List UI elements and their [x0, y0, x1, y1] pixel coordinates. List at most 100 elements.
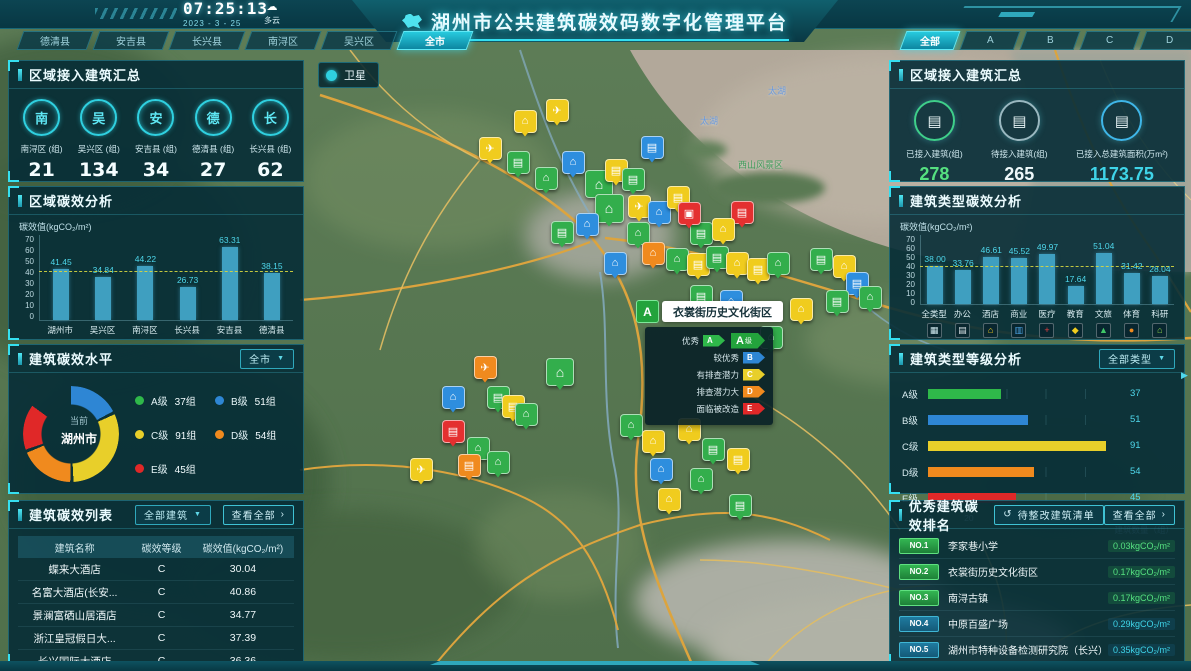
building-marker[interactable]: ⌂: [712, 218, 735, 241]
grade-tab[interactable]: C: [1080, 31, 1141, 50]
ranking-building-name: 湖州市特种设备检测研究院（长兴）: [948, 642, 1108, 657]
tooltip-building-name: 衣裳街历史文化街区: [662, 301, 783, 322]
grade-tab[interactable]: D: [1140, 31, 1191, 50]
building-marker[interactable]: ⌂: [790, 298, 813, 321]
building-filter-dropdown[interactable]: 全部建筑 ▼: [135, 505, 211, 525]
building-marker[interactable]: ⌂: [726, 252, 749, 275]
bar: [1068, 286, 1084, 304]
bar: [955, 270, 971, 304]
panel-building-list: 建筑碳效列表 全部建筑 ▼ 查看全部 › 建筑名称碳效等级碳效值(kgCO₂/m…: [8, 500, 304, 665]
grade-tab[interactable]: A: [960, 31, 1021, 50]
region-tab[interactable]: 德清县: [17, 31, 94, 50]
access-stat: ▤待接入建筑(组)265: [991, 100, 1048, 185]
table-row[interactable]: 蝶来大酒店C30.04: [18, 558, 294, 581]
city-scope-dropdown[interactable]: 全市 ▼: [240, 349, 294, 369]
table-cell: C: [131, 586, 192, 598]
grade-bar-chart: A级37B级51C级91D级54E级45: [890, 373, 1184, 506]
view-all-button[interactable]: 查看全部 ›: [1104, 505, 1175, 525]
refresh-icon: ↺: [1003, 509, 1012, 520]
bar-value-label: 46.61: [981, 245, 1002, 255]
building-marker[interactable]: ▤: [641, 136, 664, 159]
building-marker[interactable]: ▤: [727, 448, 750, 471]
region-stat: 德德清县 (组)27: [185, 99, 241, 181]
building-marker[interactable]: ▣: [678, 202, 701, 225]
building-marker[interactable]: ⌂: [650, 458, 673, 481]
building-marker[interactable]: ▤: [507, 151, 530, 174]
access-stat-value: 278: [919, 164, 949, 185]
panel-carbon-level: 建筑碳效水平 全市 ▼ A级37组B级51组C级91组D级54组E级45组 当前…: [8, 344, 304, 494]
view-all-button[interactable]: 查看全部 ›: [223, 505, 294, 525]
satellite-toggle[interactable]: 卫星: [318, 62, 379, 88]
bar-column: 51.04: [1090, 235, 1118, 304]
building-marker[interactable]: ▤: [622, 168, 645, 191]
map-tooltip[interactable]: A 衣裳街历史文化街区: [636, 300, 783, 323]
building-marker[interactable]: ⌂: [576, 213, 599, 236]
table-row[interactable]: 浙江皇冠假日大...C37.39: [18, 627, 294, 650]
grade-tab[interactable]: B: [1020, 31, 1081, 50]
bar-value-label: 34.84: [93, 265, 114, 275]
ranking-row[interactable]: NO.1李家巷小学0.03kgCO₂/m²: [899, 533, 1175, 559]
building-marker[interactable]: ▤: [458, 454, 481, 477]
building-marker[interactable]: ▤: [690, 222, 713, 245]
ranking-building-name: 衣裳街历史文化街区: [948, 564, 1108, 579]
table-row[interactable]: 名富大酒店(长安...C40.86: [18, 581, 294, 604]
building-marker[interactable]: ▤: [810, 248, 833, 271]
column-header: 碳效值(kgCO₂/m²): [192, 540, 294, 555]
building-marker[interactable]: ⌂: [642, 430, 665, 453]
building-marker[interactable]: ▤: [702, 438, 725, 461]
building-marker[interactable]: ⌂: [487, 451, 510, 474]
building-marker[interactable]: ⌂: [515, 403, 538, 426]
icon-cell: ◆: [1061, 323, 1089, 338]
tab-label: 南浔区: [268, 33, 298, 48]
building-marker[interactable]: ⌂: [604, 252, 627, 275]
grade-label: A级: [902, 387, 928, 401]
region-tab[interactable]: 长兴县: [169, 31, 246, 50]
building-marker[interactable]: ⌂: [642, 242, 665, 265]
building-marker[interactable]: ▤: [442, 420, 465, 443]
building-marker[interactable]: ⌂: [767, 252, 790, 275]
building-marker[interactable]: ⌂: [859, 286, 882, 309]
building-marker[interactable]: ⌂: [442, 386, 465, 409]
bar: [1124, 273, 1140, 304]
building-marker[interactable]: ⌂: [690, 468, 713, 491]
table-row[interactable]: 景澜富硒山居酒店C34.77: [18, 604, 294, 627]
region-tab[interactable]: 吴兴区: [321, 31, 398, 50]
building-marker[interactable]: ✈: [546, 99, 569, 122]
ranking-row[interactable]: NO.4中原百盛广场0.29kgCO₂/m²: [899, 611, 1175, 637]
grade-bar-row: B级51: [902, 411, 1174, 428]
building-marker[interactable]: ✈: [479, 137, 502, 160]
grade-bar-track: [928, 441, 1124, 451]
building-marker[interactable]: ▤: [551, 221, 574, 244]
building-marker[interactable]: ⌂: [620, 414, 643, 437]
ranking-row[interactable]: NO.5湖州市特种设备检测研究院（长兴）0.35kgCO₂/m²: [899, 637, 1175, 663]
building-marker[interactable]: ⌂: [658, 488, 681, 511]
building-marker[interactable]: ⌂: [595, 194, 624, 223]
building-marker[interactable]: ⌂: [514, 110, 537, 133]
icon-cell: ⌂: [976, 323, 1004, 338]
tab-label: A: [987, 35, 994, 46]
building-marker[interactable]: ✈: [474, 356, 497, 379]
region-tab[interactable]: 安吉县: [93, 31, 170, 50]
building-marker[interactable]: ▤: [826, 290, 849, 313]
x-category-label: 湖州市: [39, 324, 81, 336]
building-marker[interactable]: ▤: [729, 494, 752, 517]
region-tab[interactable]: 南浔区: [245, 31, 322, 50]
ranking-row[interactable]: NO.3南浔古镇0.17kgCO₂/m²: [899, 585, 1175, 611]
grade-tab[interactable]: 全部: [900, 31, 961, 50]
panel-collapse-arrow[interactable]: ▶: [1181, 370, 1188, 381]
table-cell: 名富大酒店(长安...: [18, 585, 131, 600]
building-marker[interactable]: ⌂: [562, 151, 585, 174]
y-axis-unit: 碳效值(kgCO₂/m²): [890, 215, 1184, 233]
ranking-building-name: 李家巷小学: [948, 538, 1108, 553]
building-marker[interactable]: ⌂: [666, 248, 689, 271]
access-stat-value: 265: [1004, 164, 1034, 185]
region-tab[interactable]: 全市: [397, 31, 474, 50]
building-marker[interactable]: ⌂: [535, 167, 558, 190]
arrow-right-icon: ›: [281, 509, 285, 520]
rectify-list-button[interactable]: ↺ 待整改建筑清单: [994, 505, 1103, 525]
building-marker[interactable]: ✈: [410, 458, 433, 481]
type-filter-dropdown[interactable]: 全部类型 ▼: [1099, 349, 1175, 369]
ranking-row[interactable]: NO.2衣裳街历史文化街区0.17kgCO₂/m²: [899, 559, 1175, 585]
education-icon: ◆: [1068, 323, 1083, 338]
building-marker[interactable]: ⌂: [546, 358, 574, 386]
